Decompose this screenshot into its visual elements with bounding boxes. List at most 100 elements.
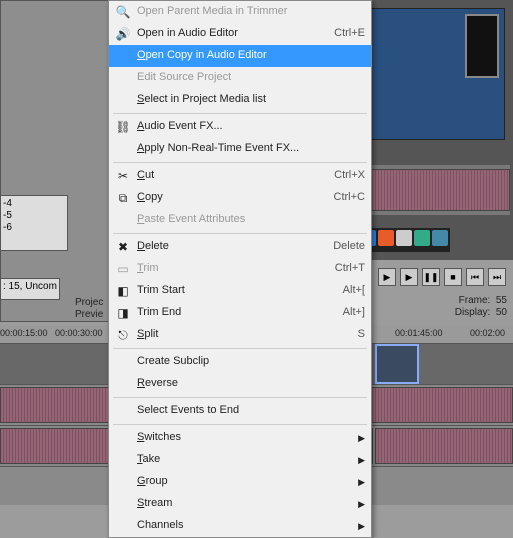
play-start-button[interactable]: ▶	[400, 268, 418, 286]
menu-icon: ◧	[115, 283, 131, 299]
menu-item: Edit Source Project	[109, 67, 371, 89]
menu-icon: 🔍	[115, 4, 131, 20]
menu-separator	[113, 233, 367, 234]
video-clip[interactable]	[375, 344, 419, 384]
frame-value: 55	[496, 295, 507, 306]
menu-item[interactable]: Reverse	[109, 373, 371, 395]
menu-item[interactable]: ⛓ Audio Event FX...	[109, 116, 371, 138]
preview-label: Previe	[75, 309, 103, 321]
ruler-tick: 00:02:00	[470, 328, 505, 339]
menu-icon: ⎋	[115, 327, 131, 343]
menu-label: Audio Event FX...	[137, 120, 223, 133]
menu-item[interactable]: Channels▶	[109, 515, 371, 537]
submenu-arrow-icon: ▶	[358, 477, 365, 488]
menu-label: Group	[137, 475, 168, 488]
frame-label: Frame:	[459, 295, 491, 306]
waveform	[360, 169, 510, 211]
menu-label: Switches	[137, 431, 181, 444]
menu-label: Edit Source Project	[137, 71, 231, 84]
menu-shortcut: Ctrl+T	[335, 262, 365, 275]
menu-label: Select in Project Media list	[137, 93, 266, 106]
menu-separator	[113, 113, 367, 114]
transport-controls: ▶ ▶ ❚❚ ■ ⏮ ⏭	[378, 268, 506, 286]
menu-item[interactable]: ✖ Delete Delete	[109, 236, 371, 258]
phone-graphic	[465, 14, 499, 78]
menu-separator	[113, 162, 367, 163]
menu-label: Channels	[137, 519, 183, 532]
taskbar-icon[interactable]	[378, 230, 394, 246]
list-item[interactable]: -6	[3, 222, 65, 234]
menu-item[interactable]: Select in Project Media list	[109, 89, 371, 111]
panel-labels: Projec Previe	[75, 297, 103, 321]
menu-label: Open Parent Media in Trimmer	[137, 5, 287, 18]
menu-label: Take	[137, 453, 160, 466]
list-item[interactable]: -5	[3, 210, 65, 222]
taskbar-icon[interactable]	[432, 230, 448, 246]
frame-info: Frame: 55 Display: 50	[455, 295, 507, 319]
display-value: 50	[496, 307, 507, 318]
menu-shortcut: Ctrl+E	[334, 27, 365, 40]
project-label: Projec	[75, 297, 103, 309]
menu-item[interactable]: Group ▶	[109, 471, 371, 493]
menu-shortcut: Alt+]	[343, 306, 365, 319]
menu-item[interactable]: 🔊Open in Audio EditorCtrl+E	[109, 23, 371, 45]
menu-icon: ⧉	[115, 190, 131, 206]
menu-item[interactable]: Apply Non-Real-Time Event FX...	[109, 138, 371, 160]
menu-label: Create Subclip	[137, 355, 209, 368]
ruler-tick: 00:01:45:00	[395, 328, 443, 339]
menu-separator	[113, 424, 367, 425]
menu-icon: ◨	[115, 305, 131, 321]
list-box[interactable]: -4 -5 -6	[0, 195, 68, 251]
menu-item[interactable]: Stream▶	[109, 493, 371, 515]
preview-video[interactable]	[361, 8, 505, 140]
menu-shortcut: Ctrl+C	[334, 191, 365, 204]
prev-button[interactable]: ⏮	[466, 268, 484, 286]
list-item[interactable]: -4	[3, 198, 65, 210]
menu-item[interactable]: Switches ▶	[109, 427, 371, 449]
context-menu[interactable]: 🔍 Open Parent Media in Trimmer 🔊Open in Au…	[108, 0, 372, 538]
next-button[interactable]: ⏭	[488, 268, 506, 286]
menu-separator	[113, 397, 367, 398]
menu-shortcut: Alt+[	[343, 284, 365, 297]
status-text: : 15, Uncom	[0, 278, 60, 300]
ruler-tick: 00:00:30:00	[55, 328, 103, 339]
menu-label: Stream	[137, 497, 172, 510]
preview-monitor	[353, 0, 513, 260]
stop-button[interactable]: ■	[444, 268, 462, 286]
menu-icon: ▭	[115, 261, 131, 277]
menu-label: Reverse	[137, 377, 178, 390]
menu-label: Select Events to End	[137, 404, 239, 417]
submenu-arrow-icon: ▶	[358, 433, 365, 444]
waveform[interactable]	[375, 428, 513, 464]
left-panel	[0, 0, 114, 322]
menu-icon: ✖	[115, 239, 131, 255]
menu-item[interactable]: ⧉CopyCtrl+C	[109, 187, 371, 209]
menu-label: Apply Non-Real-Time Event FX...	[137, 142, 299, 155]
submenu-arrow-icon: ▶	[358, 455, 365, 466]
play-button[interactable]: ▶	[378, 268, 396, 286]
menu-item[interactable]: ◨ Trim End Alt+]	[109, 302, 371, 324]
menu-item[interactable]: Select Events to End	[109, 400, 371, 422]
menu-item[interactable]: Create Subclip	[109, 351, 371, 373]
menu-shortcut: S	[358, 328, 365, 341]
menu-icon: ⛓	[115, 119, 131, 135]
taskbar-icon[interactable]	[396, 230, 412, 246]
menu-shortcut: Delete	[333, 240, 365, 253]
menu-label: Delete	[137, 240, 169, 253]
menu-label: Open Copy in Audio Editor	[137, 49, 267, 62]
menu-item[interactable]: ⎋ Split S	[109, 324, 371, 346]
menu-label: Trim End	[137, 306, 181, 319]
menu-label: Trim Start	[137, 284, 185, 297]
menu-item: Paste Event Attributes	[109, 209, 371, 231]
menu-item[interactable]: ✂CutCtrl+X	[109, 165, 371, 187]
menu-shortcut: Ctrl+X	[334, 169, 365, 182]
pause-button[interactable]: ❚❚	[422, 268, 440, 286]
menu-label: Paste Event Attributes	[137, 213, 245, 226]
menu-item: ▭TrimCtrl+T	[109, 258, 371, 280]
menu-item[interactable]: ◧ Trim Start Alt+[	[109, 280, 371, 302]
menu-item[interactable]: Take ▶	[109, 449, 371, 471]
menu-icon: 🔊	[115, 26, 131, 42]
menu-item[interactable]: Open Copy in Audio Editor	[109, 45, 371, 67]
menu-label: Split	[137, 328, 158, 341]
taskbar-icon[interactable]	[414, 230, 430, 246]
